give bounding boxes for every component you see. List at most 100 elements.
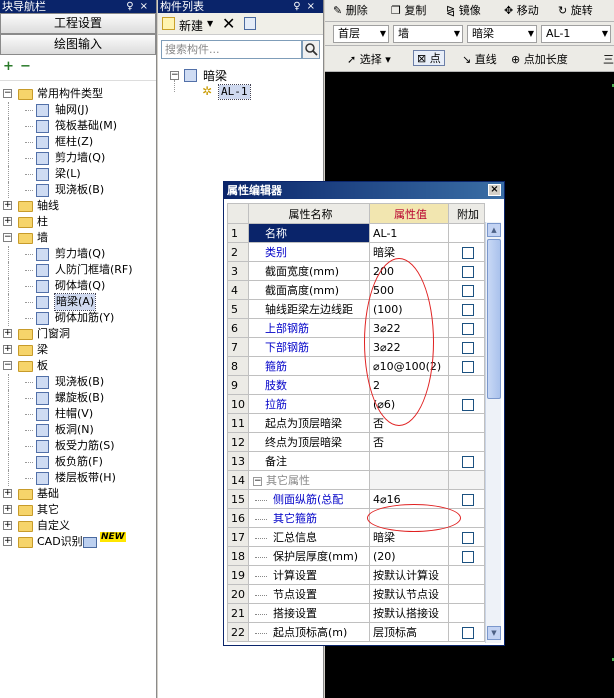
extra-checkbox[interactable] bbox=[462, 626, 474, 639]
tree-item[interactable]: 板负筋(F) bbox=[0, 454, 156, 470]
tree-item[interactable]: 人防门框墙(RF) bbox=[0, 262, 156, 278]
component-select[interactable]: AL-1 ▼ bbox=[541, 25, 611, 43]
tree-folder[interactable]: + 柱 bbox=[0, 214, 156, 230]
property-value[interactable]: 暗梁 bbox=[369, 242, 449, 262]
rotate-button[interactable]: ↻ 旋转 bbox=[558, 3, 593, 19]
tree-item[interactable]: 暗梁(A) bbox=[0, 293, 156, 311]
property-value[interactable]: 否 bbox=[369, 432, 449, 452]
property-row[interactable]: 13 备注 bbox=[227, 451, 485, 471]
property-row[interactable]: 22 起点顶标高(m) 层顶标高 bbox=[227, 622, 485, 642]
tree-folder[interactable]: + 门窗洞 bbox=[0, 326, 156, 342]
point-button[interactable]: ⊠ 点 bbox=[413, 50, 445, 66]
tree-folder[interactable]: + 轴线 bbox=[0, 198, 156, 214]
property-value[interactable] bbox=[369, 470, 449, 490]
tree-folder[interactable]: − 板 bbox=[0, 358, 156, 374]
property-row[interactable]: 10 拉筋 (⌀6) bbox=[227, 394, 485, 414]
extra-checkbox[interactable] bbox=[462, 360, 474, 373]
expand-icon[interactable]: + bbox=[3, 217, 12, 226]
extra-checkbox[interactable] bbox=[462, 398, 474, 411]
expand-icon[interactable]: + bbox=[3, 329, 12, 338]
delete-icon[interactable]: ✕ bbox=[222, 14, 235, 33]
property-row[interactable]: 2 类别 暗梁 bbox=[227, 242, 485, 262]
extra-checkbox[interactable] bbox=[462, 341, 474, 354]
property-row[interactable]: 14− 其它属性 bbox=[227, 470, 485, 490]
property-row[interactable]: 20 节点设置 按默认节点设 bbox=[227, 584, 485, 604]
pin-icon[interactable]: ♀ bbox=[293, 1, 306, 12]
tree-item[interactable]: 螺旋板(B) bbox=[0, 390, 156, 406]
property-value[interactable] bbox=[369, 451, 449, 471]
drawing-input-button[interactable]: 绘图输入 bbox=[0, 34, 156, 55]
tree-item[interactable]: 砌体加筋(Y) bbox=[0, 310, 156, 326]
property-row[interactable]: 4 截面高度(mm) 500 bbox=[227, 280, 485, 300]
property-row[interactable]: 6 上部钢筋 3⌀22 bbox=[227, 318, 485, 338]
property-row[interactable]: 17 汇总信息 暗梁 bbox=[227, 527, 485, 547]
point-length-button[interactable]: ⊕ 点加长度 bbox=[511, 52, 568, 68]
extra-checkbox[interactable] bbox=[462, 493, 474, 506]
property-value[interactable]: 按默认计算设 bbox=[369, 565, 449, 585]
property-row[interactable]: 12 终点为顶层暗梁 否 bbox=[227, 432, 485, 452]
close-icon[interactable]: × bbox=[488, 184, 501, 196]
extra-checkbox[interactable] bbox=[462, 455, 474, 468]
property-row[interactable]: 1 名称 AL-1 bbox=[227, 223, 485, 243]
tree-item[interactable]: 板洞(N) bbox=[0, 422, 156, 438]
extra-checkbox[interactable] bbox=[462, 284, 474, 297]
tree-item[interactable]: 筏板基础(M) bbox=[0, 118, 156, 134]
property-row[interactable]: 8 箍筋 ⌀10@100(2) bbox=[227, 356, 485, 376]
property-row[interactable]: 3 截面宽度(mm) 200 bbox=[227, 261, 485, 281]
expand-icon[interactable]: + bbox=[3, 201, 12, 210]
extra-checkbox[interactable] bbox=[462, 531, 474, 544]
close-icon[interactable]: × bbox=[140, 1, 154, 12]
extra-checkbox[interactable] bbox=[462, 550, 474, 563]
extra-checkbox[interactable] bbox=[462, 322, 474, 335]
tree-item[interactable]: 剪力墙(Q) bbox=[0, 150, 156, 166]
property-row[interactable]: 21 搭接设置 按默认搭接设 bbox=[227, 603, 485, 623]
property-row[interactable]: 11 起点为顶层暗梁否 bbox=[227, 413, 485, 433]
expand-all-icon[interactable]: + bbox=[3, 60, 17, 73]
tree-item[interactable]: 柱帽(V) bbox=[0, 406, 156, 422]
type-select[interactable]: 暗梁 ▼ bbox=[467, 25, 537, 43]
category-select[interactable]: 墙 ▼ bbox=[393, 25, 463, 43]
scroll-up-icon[interactable]: ▲ bbox=[487, 223, 501, 237]
tree-item[interactable]: 框柱(Z) bbox=[0, 134, 156, 150]
mirror-button[interactable]: ⧎ 镜像 bbox=[446, 3, 481, 19]
collapse-icon[interactable]: − bbox=[170, 71, 179, 80]
expand-icon[interactable]: + bbox=[3, 521, 12, 530]
component-search-input[interactable]: 搜索构件... bbox=[161, 40, 302, 59]
tree-folder[interactable]: + 基础 bbox=[0, 486, 156, 502]
extra-checkbox[interactable] bbox=[462, 246, 474, 259]
chevron-down-icon[interactable]: ▼ bbox=[207, 19, 213, 28]
property-value[interactable]: AL-1 bbox=[369, 223, 449, 243]
expand-icon[interactable]: + bbox=[3, 345, 12, 354]
property-value[interactable]: (20) bbox=[369, 546, 449, 566]
line-button[interactable]: ↘ 直线 bbox=[462, 52, 497, 68]
property-row[interactable]: 15 侧面纵筋(总配 4⌀16 bbox=[227, 489, 485, 509]
tree-item[interactable]: 板受力筋(S) bbox=[0, 438, 156, 454]
property-row[interactable]: 9 肢数 2 bbox=[227, 375, 485, 395]
extra-checkbox[interactable] bbox=[462, 303, 474, 316]
move-button[interactable]: ✥ 移动 bbox=[504, 3, 539, 19]
property-row[interactable]: 19 计算设置 按默认计算设 bbox=[227, 565, 485, 585]
collapse-icon[interactable]: − bbox=[253, 476, 262, 486]
property-row[interactable]: 5 轴线距梁左边线距 (100) bbox=[227, 299, 485, 319]
tree-item[interactable]: 现浇板(B) bbox=[0, 182, 156, 198]
property-row[interactable]: 7 下部钢筋 3⌀22 bbox=[227, 337, 485, 357]
more-tools-button[interactable]: 三 bbox=[603, 52, 614, 68]
property-row[interactable]: 18 保护层厚度(mm) (20) bbox=[227, 546, 485, 566]
property-value[interactable]: 按默认搭接设 bbox=[369, 603, 449, 623]
scrollbar-thumb[interactable] bbox=[487, 239, 501, 399]
collapse-icon[interactable]: − bbox=[3, 361, 12, 370]
property-value[interactable]: 层顶标高 bbox=[369, 622, 449, 642]
expand-icon[interactable]: + bbox=[3, 505, 12, 514]
property-value[interactable]: 按默认节点设 bbox=[369, 584, 449, 604]
collapse-icon[interactable]: − bbox=[3, 233, 12, 242]
select-button[interactable]: ➚ 选择 ▾ bbox=[347, 52, 391, 68]
tree-item[interactable]: 楼层板带(H) bbox=[0, 470, 156, 486]
copy-button[interactable]: ❐ 复制 bbox=[391, 3, 426, 19]
tree-folder[interactable]: + CAD识别 NEW bbox=[0, 532, 156, 550]
floor-select[interactable]: 首层 ▼ bbox=[333, 25, 389, 43]
tree-item[interactable]: 梁(L) bbox=[0, 166, 156, 182]
tree-item[interactable]: 轴网(J) bbox=[0, 102, 156, 118]
collapse-icon[interactable]: − bbox=[3, 89, 12, 98]
expand-icon[interactable]: + bbox=[3, 489, 12, 498]
component-tree-item-al-1[interactable]: AL-1 bbox=[218, 84, 251, 100]
